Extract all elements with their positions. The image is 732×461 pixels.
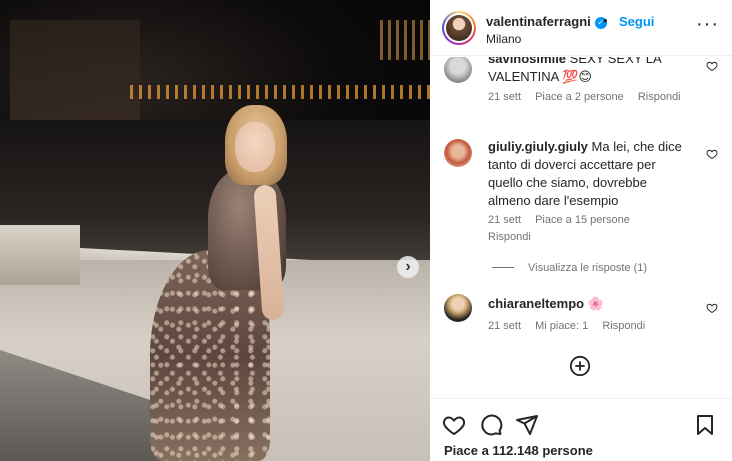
load-more-plus-icon[interactable] [569, 355, 591, 377]
post-location[interactable]: Milano [486, 32, 521, 46]
comment-username[interactable]: giuliy.giuly.giuly [488, 139, 588, 154]
author-avatar[interactable] [442, 11, 476, 45]
comment-username[interactable]: savinosimile [488, 57, 566, 66]
author-username[interactable]: valentinaferragni ✓ [486, 14, 607, 29]
photo-lights [130, 85, 430, 99]
author-username-text[interactable]: valentinaferragni [486, 14, 591, 29]
comment-text: giuliy.giuly.giuly Ma lei, che dice tant… [488, 138, 708, 210]
comments-list[interactable]: savinosimile SEXY SEXY LA VALENTINA 💯😊 2… [430, 57, 732, 397]
view-replies-button[interactable]: Visualizza le risposte (1) [492, 262, 647, 274]
comment-meta-reply: Rispondi [488, 231, 542, 243]
comment-time[interactable]: 21 sett [488, 320, 521, 332]
comment-likes[interactable]: Mi piace: 1 [535, 320, 588, 332]
comment-meta: 21 sett Piace a 2 persone Rispondi [488, 91, 692, 103]
comment-avatar[interactable] [444, 294, 472, 322]
heart-outline-icon[interactable] [706, 60, 718, 72]
comment-time[interactable]: 21 sett [488, 214, 521, 226]
photo-pillar [0, 225, 80, 285]
comment-text: savinosimile SEXY SEXY LA VALENTINA 💯😊 [488, 57, 708, 86]
share-send-icon[interactable] [515, 413, 539, 437]
follow-button[interactable]: Segui [619, 14, 654, 29]
likes-count[interactable]: Piace a 112.148 persone [444, 443, 593, 458]
comment-emoji: 💯😊 [562, 69, 592, 84]
comment-likes[interactable]: Piace a 15 persone [535, 214, 630, 226]
post-photo: › [0, 0, 430, 461]
more-options-icon[interactable]: ··· [696, 14, 719, 34]
comment-text-line1: Ma lei, che dice [591, 139, 682, 154]
view-replies-label[interactable]: Visualizza le risposte (1) [528, 262, 647, 274]
carousel-next-button[interactable]: › [397, 256, 419, 278]
comment-username[interactable]: chiaraneltempo [488, 296, 584, 311]
comment-text-line4: almeno dare l'esempio [488, 193, 619, 208]
comment-time[interactable]: 21 sett [488, 91, 521, 103]
reply-button[interactable]: Rispondi [602, 320, 645, 332]
comment-avatar[interactable] [444, 139, 472, 167]
comment-text-line2: VALENTINA [488, 69, 559, 84]
photo-lights-right [380, 20, 430, 60]
chevron-right-icon: › [405, 258, 411, 275]
comment-bubble-icon[interactable] [479, 413, 503, 437]
like-heart-icon[interactable] [442, 413, 466, 437]
comment-text-line2: tanto di doverci accettare per [488, 157, 656, 172]
post-actions-bar: Piace a 112.148 persone [430, 398, 732, 461]
comment-text-line3: quello che siamo, dovrebbe [488, 175, 647, 190]
comment-meta: 21 sett Piace a 15 persone [488, 214, 641, 226]
view-replies-line [492, 267, 514, 268]
post-side-panel: valentinaferragni ✓ • Segui Milano ··· sa… [430, 0, 732, 461]
header-separator: • [603, 13, 608, 28]
comment-likes[interactable]: Piace a 2 persone [535, 91, 624, 103]
bookmark-icon[interactable] [693, 413, 717, 437]
reply-button[interactable]: Rispondi [488, 231, 531, 243]
post-header: valentinaferragni ✓ • Segui Milano ··· [430, 0, 732, 56]
photo-person [140, 100, 300, 461]
heart-outline-icon[interactable] [706, 148, 718, 160]
comment-meta: 21 sett Mi piace: 1 Rispondi [488, 320, 656, 332]
comment-text: chiaraneltempo 🌸 [488, 295, 708, 313]
comment-text-partial: SEXY SEXY LA [569, 57, 662, 66]
comment-emoji: 🌸 [587, 296, 604, 311]
heart-outline-icon[interactable] [706, 302, 718, 314]
photo-face [235, 122, 275, 172]
reply-button[interactable]: Rispondi [638, 91, 681, 103]
comment-avatar[interactable] [444, 57, 472, 83]
